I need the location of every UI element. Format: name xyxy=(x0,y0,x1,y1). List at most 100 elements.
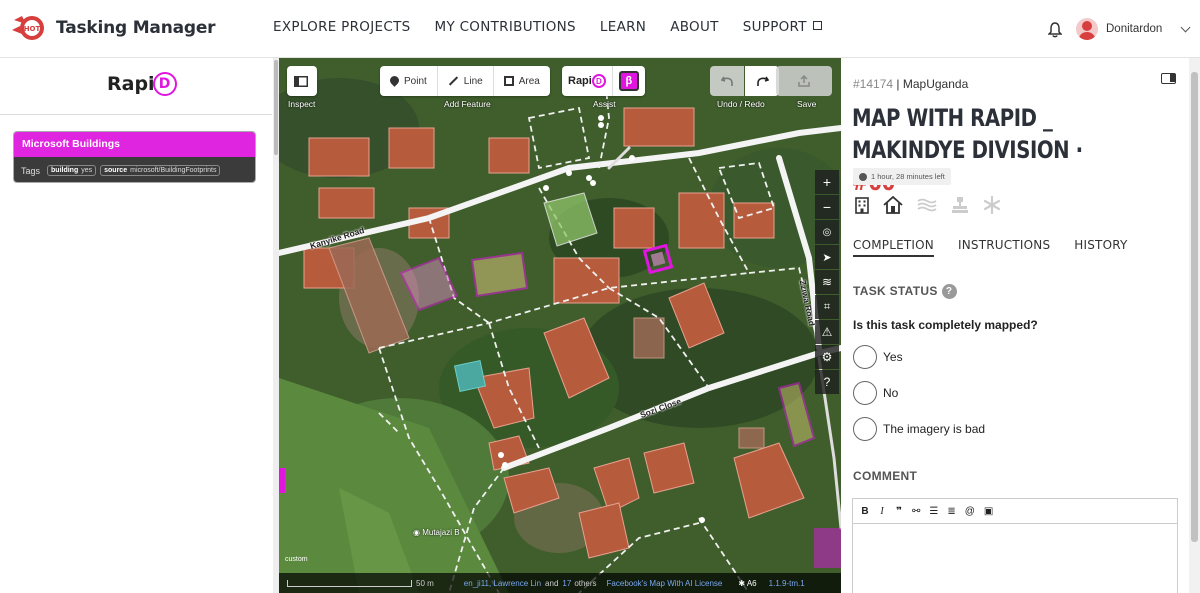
location-arrow-icon: ➤ xyxy=(822,251,832,264)
link-icon[interactable]: ⚯ xyxy=(912,506,920,517)
time-left-text: 1 hour, 28 minutes left xyxy=(871,172,945,181)
nav-support[interactable]: SUPPORT xyxy=(743,19,822,35)
point-icon xyxy=(390,76,399,87)
nav-about[interactable]: ABOUT xyxy=(670,19,719,35)
numbered-list-icon[interactable]: ≣ xyxy=(947,506,955,517)
panel-toggle-icon[interactable] xyxy=(1161,73,1176,84)
plus-icon: + xyxy=(822,174,832,190)
inspect-toolbar-group xyxy=(287,66,317,96)
target-icon: ◎ xyxy=(822,226,832,238)
issues-text: A6 xyxy=(746,578,757,588)
building-icon xyxy=(855,196,869,214)
scale-label: 50 m xyxy=(416,578,434,588)
contributors-and: and xyxy=(545,578,559,588)
quote-icon[interactable]: ❞ xyxy=(895,506,903,517)
zoom-in-button[interactable]: + xyxy=(815,170,839,194)
user-menu[interactable]: Donitardon xyxy=(1076,18,1191,40)
zoom-out-button[interactable]: − xyxy=(815,195,839,219)
chevron-down-icon xyxy=(1180,22,1191,32)
rapid-mini-d-icon: D xyxy=(591,74,606,88)
nav-my-contributions[interactable]: MY CONTRIBUTIONS xyxy=(435,19,576,35)
save-button[interactable] xyxy=(776,66,832,96)
external-link-icon xyxy=(812,21,822,30)
dataset-tags: Tags building yes source microsoft/Buildin… xyxy=(14,157,255,182)
help-circle-icon[interactable]: ? xyxy=(941,284,957,300)
map-data-button[interactable]: ⌗ xyxy=(815,295,839,319)
add-line-button[interactable]: Line xyxy=(438,66,494,96)
add-point-label: Point xyxy=(404,75,427,87)
save-toolbar-group xyxy=(776,66,832,96)
help-icon: ? xyxy=(823,375,831,389)
app-title: Tasking Manager xyxy=(56,18,216,38)
italic-icon[interactable]: I xyxy=(878,506,886,517)
help-button[interactable]: ? xyxy=(815,370,839,394)
inspect-button[interactable] xyxy=(287,66,315,96)
radio-no[interactable] xyxy=(853,381,877,405)
zoom-to-selection-button[interactable]: ◎ xyxy=(815,220,839,244)
microsoft-buildings-card[interactable]: Microsoft Buildings Tags building yes sou… xyxy=(13,131,256,183)
contributors-count[interactable]: 17 xyxy=(562,579,571,588)
project-id[interactable]: #14174 xyxy=(853,77,893,91)
notifications-bell-icon[interactable] xyxy=(1048,22,1062,38)
undo-redo-caption: Undo / Redo xyxy=(717,99,765,109)
image-icon[interactable]: ▣ xyxy=(984,506,993,517)
tab-history[interactable]: HISTORY xyxy=(1074,238,1127,257)
option-yes[interactable]: Yes xyxy=(853,345,903,369)
map-footer: 50 m en_ji11, Lawrence Lin and 17 others… xyxy=(279,573,841,593)
bullet-list-icon[interactable]: ☰ xyxy=(929,506,938,517)
radio-bad-imagery[interactable] xyxy=(853,417,877,441)
nav-explore-projects[interactable]: EXPLORE PROJECTS xyxy=(273,19,411,35)
rapid-beta-button[interactable]: β xyxy=(613,66,645,96)
issues-indicator[interactable]: ✱ A6 xyxy=(738,579,756,588)
mapped-question: Is this task completely mapped? xyxy=(853,318,1038,332)
option-yes-label: Yes xyxy=(883,350,903,364)
comment-heading: COMMENT xyxy=(853,469,918,483)
map-editor-canvas[interactable]: Inspect Point Line Area Add Feature Rapi… xyxy=(279,58,841,593)
license-link[interactable]: Facebook's Map With AI License xyxy=(607,579,723,588)
bug-icon: ✱ xyxy=(738,578,747,588)
task-panel: #14174 | MapUganda MAP WITH RAPID _ MAKI… xyxy=(841,58,1189,593)
layers-icon: ≋ xyxy=(821,275,833,289)
redo-button[interactable] xyxy=(745,66,779,96)
rapid-logo-d-icon: D xyxy=(152,72,177,96)
option-no[interactable]: No xyxy=(853,381,898,405)
tab-instructions[interactable]: INSTRUCTIONS xyxy=(958,238,1050,257)
page-scrollbar[interactable] xyxy=(1189,58,1200,593)
nav-learn[interactable]: LEARN xyxy=(600,19,646,35)
issues-button[interactable]: ⚠ xyxy=(815,320,839,344)
hot-logo-icon: HOT xyxy=(10,12,48,44)
bold-icon[interactable]: B xyxy=(861,506,869,517)
add-feature-toolbar-group: Point Line Area xyxy=(380,66,550,96)
house-icon xyxy=(883,196,903,214)
task-tabs: COMPLETION INSTRUCTIONS HISTORY xyxy=(853,238,1128,257)
area-icon xyxy=(503,76,514,86)
tag-value: microsoft/BuildingFootprints xyxy=(130,167,217,174)
option-bad-imagery[interactable]: The imagery is bad xyxy=(853,417,985,441)
task-status-label: TASK STATUS xyxy=(853,284,938,298)
tag-chip: building yes xyxy=(47,165,97,176)
tag-value: yes xyxy=(81,167,93,174)
add-area-label: Area xyxy=(518,75,540,87)
add-feature-caption: Add Feature xyxy=(444,99,491,109)
add-point-button[interactable]: Point xyxy=(380,66,438,96)
contributors-link[interactable]: en_ji11, Lawrence Lin xyxy=(464,579,541,588)
radio-yes[interactable] xyxy=(853,345,877,369)
username: Donitardon xyxy=(1106,23,1163,35)
rapid-toggle-button[interactable]: Rapi D xyxy=(562,66,613,96)
geolocate-button[interactable]: ➤ xyxy=(815,245,839,269)
tasking-manager-logo[interactable]: HOT Tasking Manager xyxy=(10,12,216,44)
beta-icon: β xyxy=(618,71,639,91)
task-status-heading: TASK STATUS? xyxy=(853,284,957,300)
user-gear-icon: ⚙ xyxy=(821,350,833,364)
background-layers-button[interactable]: ≋ xyxy=(815,270,839,294)
page-scroll-thumb[interactable] xyxy=(1191,72,1198,542)
tab-completion[interactable]: COMPLETION xyxy=(853,238,934,257)
comment-editor[interactable]: B I ❞ ⚯ ☰ ≣ @ ▣ xyxy=(852,498,1178,593)
option-bad-imagery-label: The imagery is bad xyxy=(883,422,986,436)
mention-icon[interactable]: @ xyxy=(965,506,975,517)
undo-button[interactable] xyxy=(710,66,744,96)
option-no-label: No xyxy=(883,386,899,400)
add-area-button[interactable]: Area xyxy=(494,66,550,96)
preferences-button[interactable]: ⚙ xyxy=(815,345,839,369)
sidebar-scroll-thumb[interactable] xyxy=(274,60,278,155)
